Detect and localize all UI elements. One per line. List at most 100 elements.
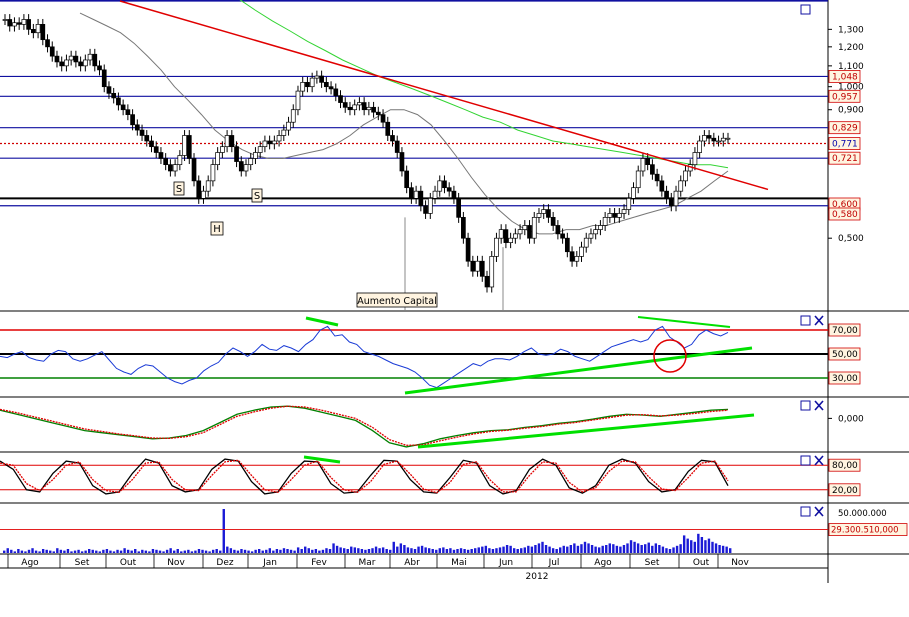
volume-bar [445, 549, 449, 553]
volume-bar [367, 549, 371, 553]
volume-bar [449, 548, 452, 553]
candle-body [12, 22, 17, 27]
volume-bar [651, 545, 654, 553]
volume-bar [151, 549, 155, 553]
volume-bar [34, 550, 38, 553]
volume-bar [204, 550, 208, 553]
volume-bar [45, 549, 48, 553]
candle-body [583, 237, 589, 248]
volume-bar [268, 548, 272, 553]
price-label-0: 1,048 [828, 70, 861, 83]
volume-bar [134, 549, 137, 553]
candle-body [144, 135, 150, 142]
volume-bar [527, 545, 530, 553]
candle-body [437, 180, 443, 192]
candle-body [257, 146, 263, 153]
volume-bar [374, 546, 378, 553]
volume-bar [721, 545, 725, 553]
svg-text:S: S [254, 191, 260, 202]
volume-bar [265, 549, 268, 553]
candle-body [101, 69, 107, 88]
svg-text:Aumento Capital: Aumento Capital [357, 296, 437, 307]
volume-bar [707, 538, 711, 553]
volume-bar [583, 541, 587, 553]
candle-body [73, 55, 79, 63]
volume-bar [296, 547, 300, 553]
volume-bar [389, 549, 392, 553]
volume-bar [165, 549, 169, 553]
month-label: Ago [21, 558, 39, 568]
volume-bar [66, 549, 70, 553]
candle-body [508, 237, 513, 243]
volume-bar [215, 549, 218, 553]
volume-bar [608, 543, 611, 553]
candle-body [272, 140, 277, 145]
candle-body [305, 82, 310, 88]
volume-bar [569, 545, 573, 553]
candle-body [555, 225, 561, 235]
candle-body [668, 197, 674, 207]
candle-body [645, 158, 651, 166]
volume-bar [502, 546, 505, 553]
volume-bar [91, 549, 94, 553]
volume-bar [172, 550, 176, 553]
candle-body [97, 65, 102, 71]
candle-body [607, 213, 613, 218]
volume-bar [551, 548, 555, 553]
volume-bar [70, 551, 73, 553]
price-label-text: 0,829 [832, 124, 858, 134]
volume-bar [158, 550, 162, 553]
volume-bar [509, 545, 512, 553]
volume-bar [141, 549, 144, 553]
rsi-label-text: 50,00 [832, 350, 858, 360]
volume-bar [105, 549, 109, 553]
candle-body [616, 213, 622, 218]
volume-bar [211, 549, 215, 553]
volume-bar [452, 549, 456, 553]
month-label: Jun [498, 558, 513, 568]
candle-body [574, 256, 580, 262]
volume-bar [541, 541, 544, 553]
rsi-level-label: 50,00 [828, 347, 861, 361]
candle-body [569, 251, 575, 262]
candle-body [702, 135, 707, 142]
volume-bar [247, 550, 250, 553]
volume-bar [236, 550, 240, 553]
volume-bar [169, 548, 172, 553]
volume-bar [360, 549, 364, 553]
volume-bar [427, 548, 431, 553]
candle-body [243, 164, 249, 172]
candle-body [517, 229, 523, 235]
candle-body [116, 97, 121, 106]
candle-body [650, 164, 655, 175]
volume-bar [675, 545, 679, 553]
price-label-text: 0,957 [832, 92, 858, 102]
candle-body [484, 275, 490, 288]
volume-bar [512, 548, 516, 553]
volume-bar [350, 546, 353, 553]
volume-bar [520, 548, 523, 553]
volume-bar [197, 549, 201, 553]
candle-body [371, 106, 376, 113]
stock-chart: 1,300 1,200 1,100 1,000 0,900 0,500 70,00 50,0… [0, 0, 909, 612]
rsi-level-label: 30,00 [828, 371, 861, 385]
volume-bar [98, 551, 102, 553]
volume-bar [516, 549, 519, 553]
volume-bar [254, 549, 257, 553]
volume-bar [704, 540, 707, 553]
candle-body [451, 190, 457, 199]
candle-body [612, 213, 617, 218]
volume-bar [633, 541, 636, 553]
volume-bar [385, 549, 388, 553]
price-tick-label: 0,900 [838, 106, 864, 116]
volume-bar [95, 550, 98, 553]
volume-bar [665, 548, 668, 553]
volume-bar [505, 545, 509, 553]
volume-bar [17, 549, 20, 553]
rsi-level-label: 70,00 [828, 323, 861, 337]
candle-body [40, 24, 46, 41]
volume-bar [661, 546, 665, 553]
volume-bar [250, 551, 254, 553]
candle-body [503, 229, 509, 243]
candle-body [153, 146, 159, 153]
